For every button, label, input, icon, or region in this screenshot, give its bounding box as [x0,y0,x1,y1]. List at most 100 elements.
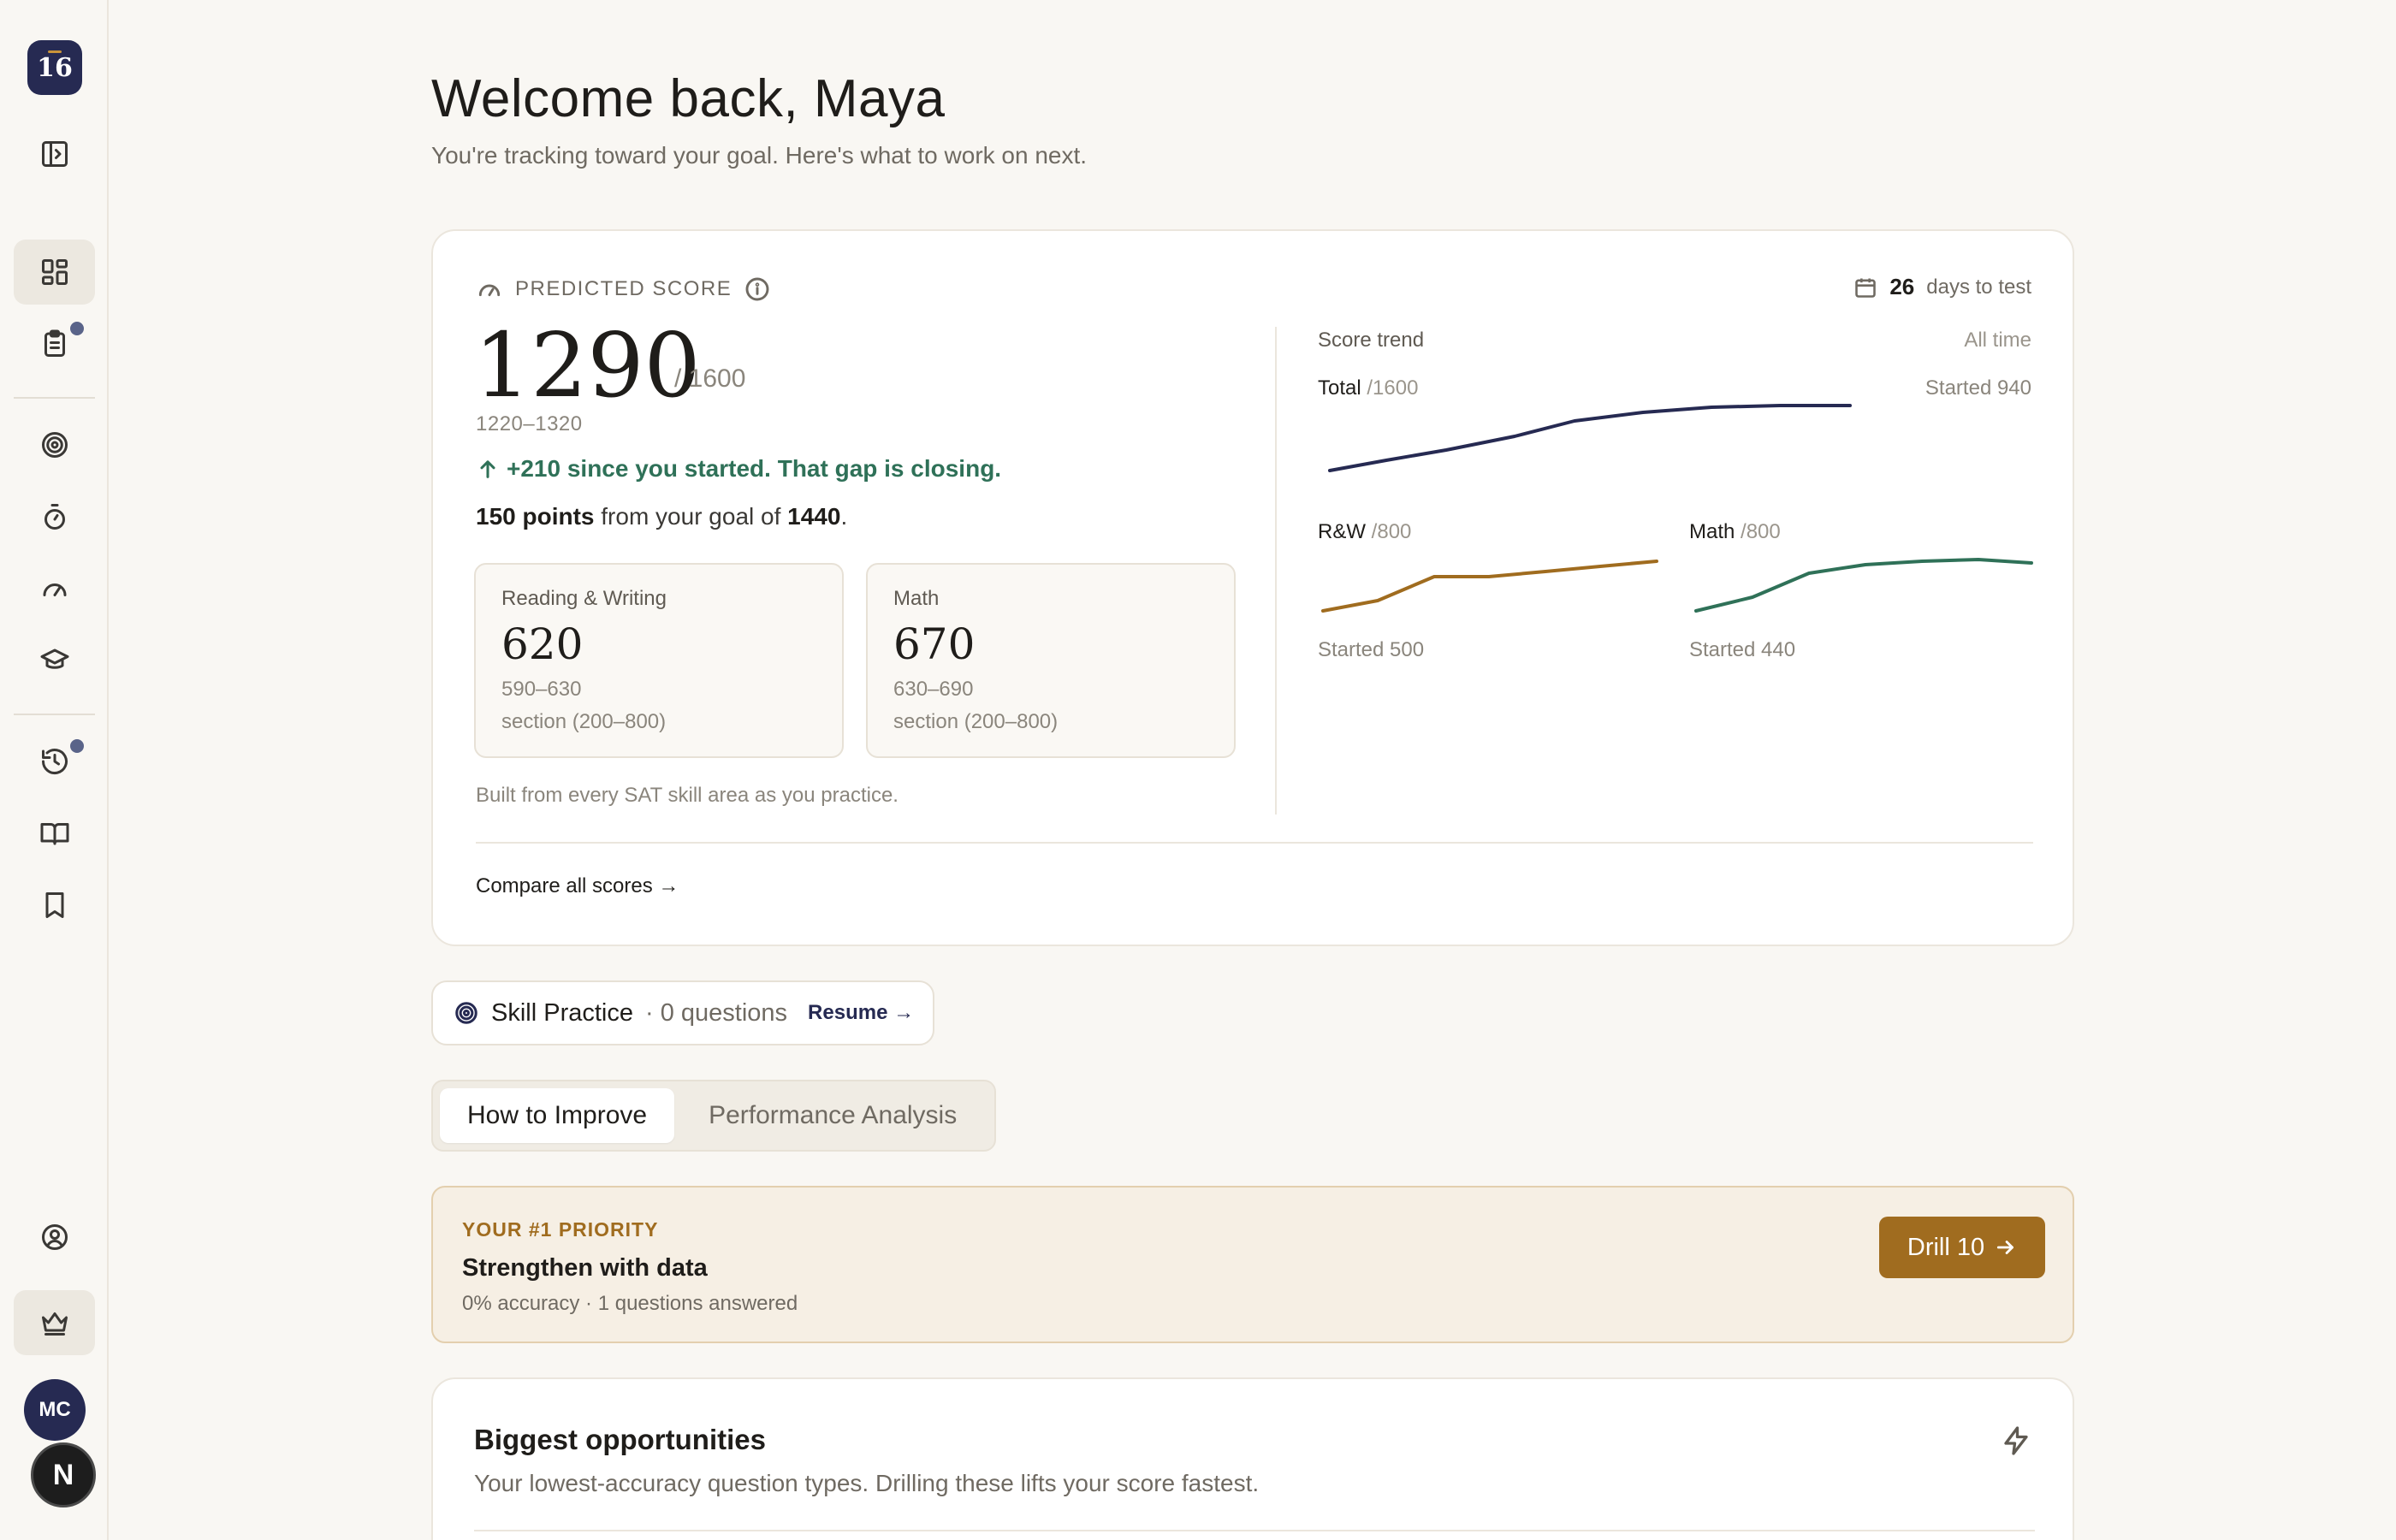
rw-range: 590–630 [501,678,582,701]
tab-how-to-improve[interactable]: How to Improve [440,1088,675,1143]
trend-total-started: Started 940 [1925,376,2031,400]
arrow-right-icon [1997,1241,2014,1254]
notification-dot [70,322,84,335]
toggle-sidebar-button[interactable] [14,121,95,187]
rw-section: section (200–800) [501,710,667,733]
trend-rw-label: R&W /800 [1318,520,1411,544]
trend-rw-started: Started 500 [1318,638,1425,661]
days-to-test: 26 days to test [1853,274,2031,300]
sidebar-item-library[interactable] [14,801,95,866]
card-horizontal-divider [476,842,2033,844]
trend-rw-max: /800 [1371,520,1412,543]
total-trend-path [1328,404,1852,472]
sidebar-item-speed[interactable] [14,556,95,621]
resume-link[interactable]: Resume → [808,1001,914,1025]
tab-performance-analysis[interactable]: Performance Analysis [681,1088,984,1143]
predicted-score-label: PREDICTED SCORE [515,277,732,300]
drill-button[interactable]: Drill 10 [1879,1217,2045,1278]
sidebar-item-bookmarks[interactable] [14,873,95,938]
lightning-icon [2004,1426,2028,1455]
arrow-up-icon [480,460,495,478]
rw-score-box: Reading & Writing 620 590–630 section (2… [474,563,844,758]
compare-scores-link[interactable]: Compare all scores → [476,874,679,898]
goal-value: 1440 [787,503,841,530]
predicted-score-card: PREDICTED SCORE 26 days to test 1290 / 1… [431,229,2074,946]
sidebar-divider [14,714,95,715]
predicted-score-max: / 1600 [674,364,746,393]
math-range: 630–690 [893,678,974,701]
math-value: 670 [893,619,976,669]
priority-card: YOUR #1 PRIORITY Strengthen with data 0%… [431,1186,2074,1343]
clipboard-icon [44,329,65,357]
trend-rw-line [1321,560,1658,613]
page-title: Welcome back, Maya [431,69,946,128]
priority-title: Strengthen with data [462,1254,708,1282]
opportunities-card: Biggest opportunities Your lowest-accura… [431,1377,2074,1540]
opportunities-divider [474,1530,2035,1531]
history-icon [41,749,68,775]
skill-practice-count: · 0 questions [645,998,788,1027]
resume-label: Resume [808,1001,888,1024]
framework-badge[interactable]: N [31,1442,96,1507]
goal-points: 150 points [476,503,595,530]
sidebar-item-history[interactable] [14,729,95,794]
trend-math-name: Math [1689,520,1735,543]
rw-label: Reading & Writing [501,587,667,610]
bookmark-icon [45,892,63,918]
dashboard-icon [41,259,68,285]
sidebar-item-timed[interactable] [14,484,95,549]
opportunities-description: Your lowest-accuracy question types. Dri… [474,1470,1260,1496]
priority-kicker: YOUR #1 PRIORITY [462,1218,659,1241]
card-vertical-divider [1275,327,1277,814]
user-circle-icon [41,1224,68,1250]
crown-icon [41,1312,68,1336]
trend-rw-name: R&W [1318,520,1366,543]
math-trend-path [1694,558,2033,613]
sidebar-item-dashboard[interactable] [14,240,95,305]
gauge-icon [478,284,501,297]
target-icon [41,432,68,458]
book-icon [40,823,68,845]
rw-trend-path [1321,560,1658,613]
calendar-icon [1855,278,1877,298]
avatar[interactable]: MC [24,1379,86,1441]
score-gain: +210 since you started. That gap is clos… [476,455,1001,483]
sidebar-toggle-icon [41,141,68,167]
gauge-icon [43,583,66,596]
skill-practice-title: Skill Practice [491,998,633,1027]
info-icon[interactable] [744,275,771,303]
drill-button-label: Drill 10 [1907,1233,1985,1261]
sidebar-item-premium[interactable] [14,1290,95,1355]
badge-letter: N [52,1458,74,1491]
avatar-initials: MC [39,1398,71,1421]
logo-text: 16 [37,52,73,83]
sidebar-item-skill-practice[interactable] [14,412,95,477]
goal-end: . [840,503,848,530]
trend-math-line [1694,558,2033,613]
trend-total-name: Total [1318,376,1361,400]
opportunities-title: Biggest opportunities [474,1424,766,1455]
sidebar-item-learn[interactable] [14,628,95,693]
goal-mid-text: from your goal of [601,503,781,530]
skill-practice-pill[interactable]: Skill Practice · 0 questions Resume → [431,980,934,1045]
trend-math-max: /800 [1741,520,1781,543]
trend-math-label: Math /800 [1689,520,1781,544]
app-logo[interactable]: 16 [27,40,82,95]
trend-total-label: Total /1600 [1318,376,1418,400]
goal-summary: 150 points from your goal of 1440. [476,503,847,530]
trend-period-selector[interactable]: All time [1964,329,2031,352]
priority-meta: 0% accuracy · 1 questions answered [462,1292,798,1315]
improve-tabs: How to Improve Performance Analysis [431,1080,996,1152]
rw-value: 620 [501,619,584,669]
math-section: section (200–800) [893,710,1059,733]
graduation-cap-icon [40,649,68,669]
math-score-box: Math 670 630–690 section (200–800) [866,563,1236,758]
built-note: Built from every SAT skill area as you p… [476,784,898,807]
sidebar-item-profile[interactable] [14,1205,95,1270]
trend-total-line [1328,404,1852,472]
sidebar-item-tests[interactable] [14,311,95,376]
math-label: Math [893,587,940,610]
score-trend-title: Score trend [1318,329,1425,352]
predicted-score-value: 1290 [474,313,701,418]
stopwatch-icon [44,504,65,530]
